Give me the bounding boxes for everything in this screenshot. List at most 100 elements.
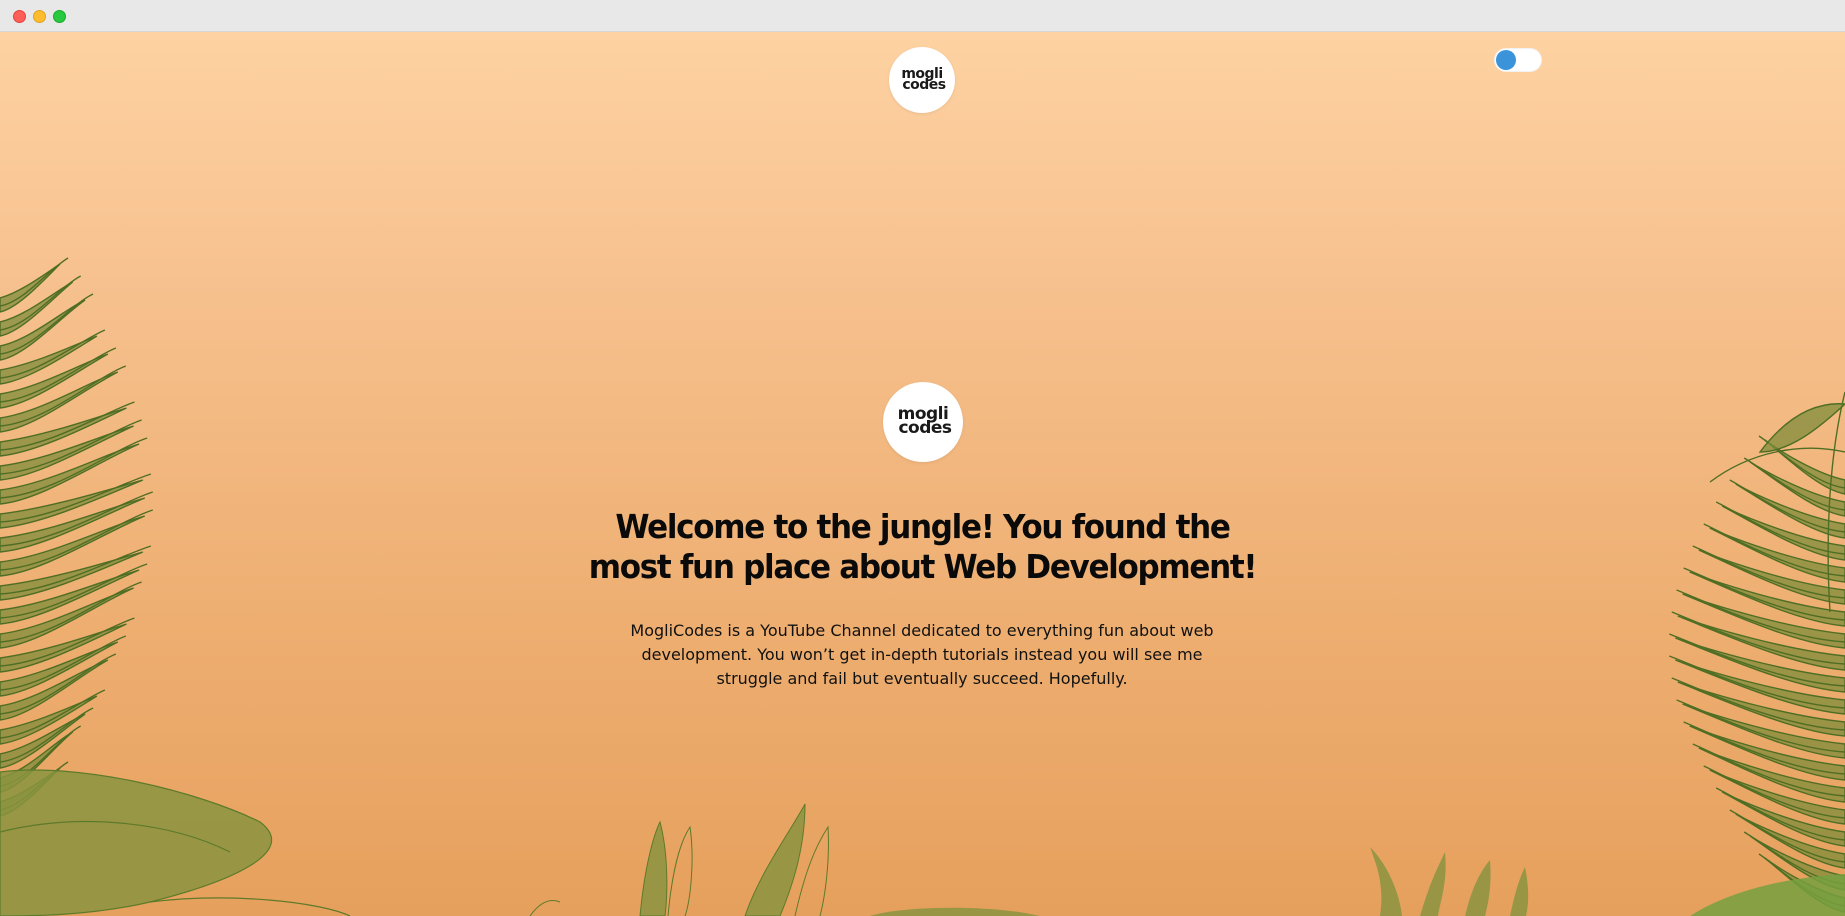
fern-leaf — [0, 581, 142, 643]
fern-leaf — [0, 419, 142, 475]
fern-leaf — [1692, 545, 1845, 599]
fern-leaf — [1703, 765, 1845, 819]
fern-leaf — [0, 371, 119, 433]
window-close-button[interactable] — [13, 10, 26, 23]
fern-leaf — [1698, 549, 1845, 605]
fern-leaf — [0, 695, 98, 745]
fern-leaf — [0, 329, 106, 379]
fern-leaf — [1677, 681, 1845, 737]
fern-leaf — [1676, 589, 1845, 643]
fern-leaf — [0, 659, 109, 721]
fern-leaf — [0, 707, 94, 763]
fern-leaf — [1675, 637, 1845, 693]
fern-leaf — [0, 509, 153, 571]
logo-line-2: codes — [902, 77, 946, 93]
fern-leaf — [1692, 743, 1845, 797]
window-minimize-button[interactable] — [33, 10, 46, 23]
theme-toggle[interactable] — [1494, 48, 1542, 72]
fern-leaf — [1764, 439, 1845, 495]
toggle-knob-icon — [1496, 50, 1516, 70]
fern-leaf — [1743, 457, 1845, 511]
fern-leaf — [0, 443, 140, 505]
fern-leaf — [0, 263, 61, 313]
browser-window: mogli codes mogli codes Welcome to the j… — [0, 0, 1845, 916]
fern-leaf — [0, 473, 152, 523]
fern-leaf — [1671, 677, 1845, 731]
fern-leaf — [1682, 593, 1845, 649]
fern-leaf — [0, 491, 153, 547]
fern-leaf — [1758, 853, 1845, 907]
fern-leaf — [0, 401, 135, 451]
fern-leaf — [0, 335, 98, 385]
fern-leaf — [0, 713, 86, 769]
fern-leaf — [1729, 479, 1845, 533]
bottom-left-broad-leaf — [0, 769, 351, 916]
fern-leaf — [0, 479, 144, 529]
fern-leaf — [1749, 835, 1845, 891]
fern-leaf — [1743, 831, 1845, 885]
fern-leaf — [0, 689, 106, 739]
fern-leaf — [1669, 655, 1845, 709]
fern-leaf — [0, 623, 127, 673]
moglicodes-logo-icon: mogli codes — [894, 406, 952, 438]
hero-title: Welcome to the jungle! You found the mos… — [588, 507, 1258, 586]
fern-leaf — [0, 299, 86, 361]
fern-leaf — [1758, 435, 1845, 489]
fern-leaf — [1709, 527, 1845, 583]
bottom-center-grass — [529, 803, 1040, 916]
hero-description: MogliCodes is a YouTube Channel dedicate… — [630, 621, 1214, 688]
fern-leaf — [0, 293, 94, 355]
fern-leaf — [0, 515, 146, 577]
fern-leaf — [0, 257, 69, 307]
fern-leaf — [0, 425, 134, 481]
fern-leaf — [0, 545, 152, 595]
hero-logo: mogli codes — [883, 382, 963, 462]
fern-leaf — [1669, 633, 1845, 687]
fern-leaf — [0, 353, 109, 409]
fern-leaf — [0, 275, 81, 331]
fern-leaf — [1675, 659, 1845, 715]
fern-leaf — [1715, 787, 1845, 841]
nav-logo[interactable]: mogli codes — [889, 47, 955, 113]
fern-leaf — [0, 365, 127, 427]
fern-leaf — [1715, 501, 1845, 555]
fern-leaf — [0, 767, 61, 817]
fern-leaf — [0, 563, 148, 619]
window-titlebar — [0, 0, 1845, 32]
fern-leaf — [1729, 809, 1845, 863]
fern-leaf — [0, 725, 81, 787]
fern-leaf — [1671, 611, 1845, 665]
fern-leaf — [1709, 447, 1845, 483]
fern-leaf — [1677, 615, 1845, 671]
fern-leaf — [0, 347, 117, 403]
right-fern-leaves — [1669, 391, 1845, 913]
fern-leaf — [0, 653, 117, 715]
fern-leaf — [0, 569, 140, 625]
fern-leaf — [1689, 725, 1845, 781]
fern-leaf — [1749, 461, 1845, 517]
fern-leaf — [0, 497, 146, 553]
fern-leaf — [1735, 483, 1845, 539]
fern-leaf — [0, 641, 119, 697]
fern-leaf — [0, 587, 134, 649]
fern-leaf — [1721, 505, 1845, 561]
bottom-right-grass — [1370, 847, 1845, 916]
logo-line-2: codes — [898, 418, 952, 438]
fern-leaf — [0, 407, 127, 457]
fern-leaf — [1689, 571, 1845, 627]
fern-leaf — [1758, 403, 1845, 453]
page-viewport: mogli codes mogli codes Welcome to the j… — [0, 32, 1845, 916]
window-maximize-button[interactable] — [53, 10, 66, 23]
fern-leaf — [1735, 813, 1845, 869]
moglicodes-logo-icon: mogli codes — [898, 66, 946, 93]
fern-leaf — [1709, 769, 1845, 825]
fern-leaf — [1721, 791, 1845, 847]
fern-leaf — [1698, 747, 1845, 803]
fern-leaf — [1827, 391, 1845, 613]
fern-leaf — [0, 281, 74, 337]
fern-leaf — [1683, 721, 1845, 775]
fern-leaf — [0, 437, 148, 499]
fern-leaf — [0, 761, 69, 811]
fern-leaf — [0, 635, 127, 691]
fern-leaf — [1764, 857, 1845, 913]
